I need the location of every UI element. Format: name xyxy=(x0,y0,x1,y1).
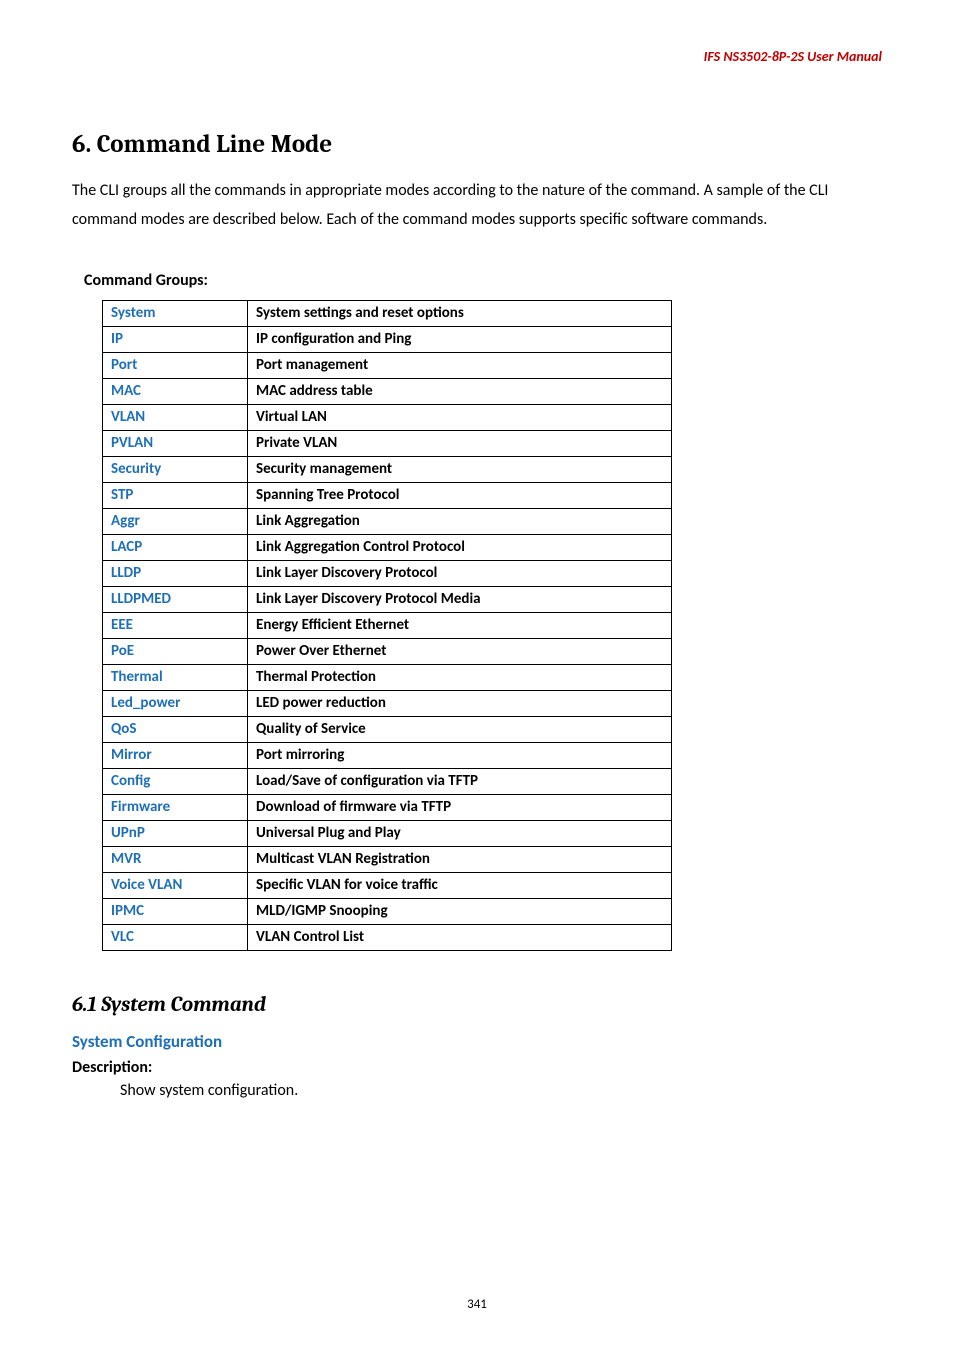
command-name-cell: MAC xyxy=(103,378,248,404)
command-name-cell: PoE xyxy=(103,638,248,664)
section-intro-paragraph: The CLI groups all the commands in appro… xyxy=(72,177,882,235)
command-desc-cell: Private VLAN xyxy=(248,430,672,456)
command-name-cell: STP xyxy=(103,482,248,508)
table-row: SecuritySecurity management xyxy=(103,456,672,482)
command-desc-cell: Power Over Ethernet xyxy=(248,638,672,664)
command-name-cell: Port xyxy=(103,352,248,378)
table-row: SystemSystem settings and reset options xyxy=(103,300,672,326)
command-name-cell: QoS xyxy=(103,716,248,742)
command-name-cell: Firmware xyxy=(103,794,248,820)
description-label: Description: xyxy=(72,1058,882,1077)
table-row: MirrorPort mirroring xyxy=(103,742,672,768)
command-desc-cell: MLD/IGMP Snooping xyxy=(248,898,672,924)
command-name-cell: LACP xyxy=(103,534,248,560)
command-name-cell: IPMC xyxy=(103,898,248,924)
page-number: 341 xyxy=(0,1297,954,1312)
command-name-cell: Aggr xyxy=(103,508,248,534)
system-configuration-heading: System Configuration xyxy=(72,1031,882,1052)
command-desc-cell: System settings and reset options xyxy=(248,300,672,326)
command-name-cell: UPnP xyxy=(103,820,248,846)
command-name-cell: LLDPMED xyxy=(103,586,248,612)
table-row: VLCVLAN Control List xyxy=(103,924,672,950)
table-row: UPnPUniversal Plug and Play xyxy=(103,820,672,846)
section-title: 6. Command Line Mode xyxy=(72,130,882,159)
command-name-cell: Led_power xyxy=(103,690,248,716)
command-groups-label: Command Groups: xyxy=(84,271,882,290)
command-name-cell: EEE xyxy=(103,612,248,638)
table-row: PVLANPrivate VLAN xyxy=(103,430,672,456)
command-desc-cell: Spanning Tree Protocol xyxy=(248,482,672,508)
command-desc-cell: Download of firmware via TFTP xyxy=(248,794,672,820)
command-desc-cell: Energy Efficient Ethernet xyxy=(248,612,672,638)
command-desc-cell: Security management xyxy=(248,456,672,482)
command-desc-cell: VLAN Control List xyxy=(248,924,672,950)
command-name-cell: System xyxy=(103,300,248,326)
table-row: LACPLink Aggregation Control Protocol xyxy=(103,534,672,560)
command-name-cell: Thermal xyxy=(103,664,248,690)
command-name-cell: Voice VLAN xyxy=(103,872,248,898)
command-name-cell: LLDP xyxy=(103,560,248,586)
table-row: Voice VLANSpecific VLAN for voice traffi… xyxy=(103,872,672,898)
command-desc-cell: Link Layer Discovery Protocol Media xyxy=(248,586,672,612)
command-desc-cell: Thermal Protection xyxy=(248,664,672,690)
command-desc-cell: IP configuration and Ping xyxy=(248,326,672,352)
page-content: 6. Command Line Mode The CLI groups all … xyxy=(72,130,882,1100)
command-desc-cell: Quality of Service xyxy=(248,716,672,742)
command-desc-cell: Specific VLAN for voice traffic xyxy=(248,872,672,898)
command-desc-cell: Virtual LAN xyxy=(248,404,672,430)
table-row: ConfigLoad/Save of configuration via TFT… xyxy=(103,768,672,794)
table-row: AggrLink Aggregation xyxy=(103,508,672,534)
command-name-cell: Security xyxy=(103,456,248,482)
command-name-cell: MVR xyxy=(103,846,248,872)
subsection-title: 6.1 System Command xyxy=(72,993,882,1017)
table-row: PortPort management xyxy=(103,352,672,378)
command-desc-cell: Link Aggregation xyxy=(248,508,672,534)
command-desc-cell: LED power reduction xyxy=(248,690,672,716)
table-row: MVRMulticast VLAN Registration xyxy=(103,846,672,872)
table-row: ThermalThermal Protection xyxy=(103,664,672,690)
table-row: IPMCMLD/IGMP Snooping xyxy=(103,898,672,924)
command-desc-cell: Multicast VLAN Registration xyxy=(248,846,672,872)
table-row: IPIP configuration and Ping xyxy=(103,326,672,352)
table-row: PoEPower Over Ethernet xyxy=(103,638,672,664)
table-row: VLANVirtual LAN xyxy=(103,404,672,430)
command-name-cell: VLAN xyxy=(103,404,248,430)
command-name-cell: Config xyxy=(103,768,248,794)
table-row: STPSpanning Tree Protocol xyxy=(103,482,672,508)
table-row: FirmwareDownload of firmware via TFTP xyxy=(103,794,672,820)
document-header-title: IFS NS3502-8P-2S User Manual xyxy=(704,48,882,65)
command-name-cell: IP xyxy=(103,326,248,352)
table-row: QoSQuality of Service xyxy=(103,716,672,742)
command-desc-cell: Link Layer Discovery Protocol xyxy=(248,560,672,586)
command-groups-table: SystemSystem settings and reset optionsI… xyxy=(102,300,672,951)
command-name-cell: PVLAN xyxy=(103,430,248,456)
command-desc-cell: Port management xyxy=(248,352,672,378)
table-row: LLDPLink Layer Discovery Protocol xyxy=(103,560,672,586)
description-text: Show system configuration. xyxy=(120,1081,882,1100)
command-desc-cell: Link Aggregation Control Protocol xyxy=(248,534,672,560)
command-name-cell: Mirror xyxy=(103,742,248,768)
table-row: MACMAC address table xyxy=(103,378,672,404)
table-row: LLDPMEDLink Layer Discovery Protocol Med… xyxy=(103,586,672,612)
table-row: EEEEnergy Efficient Ethernet xyxy=(103,612,672,638)
command-groups-tbody: SystemSystem settings and reset optionsI… xyxy=(103,300,672,950)
table-row: Led_powerLED power reduction xyxy=(103,690,672,716)
command-desc-cell: MAC address table xyxy=(248,378,672,404)
command-name-cell: VLC xyxy=(103,924,248,950)
command-desc-cell: Load/Save of configuration via TFTP xyxy=(248,768,672,794)
command-desc-cell: Universal Plug and Play xyxy=(248,820,672,846)
command-desc-cell: Port mirroring xyxy=(248,742,672,768)
